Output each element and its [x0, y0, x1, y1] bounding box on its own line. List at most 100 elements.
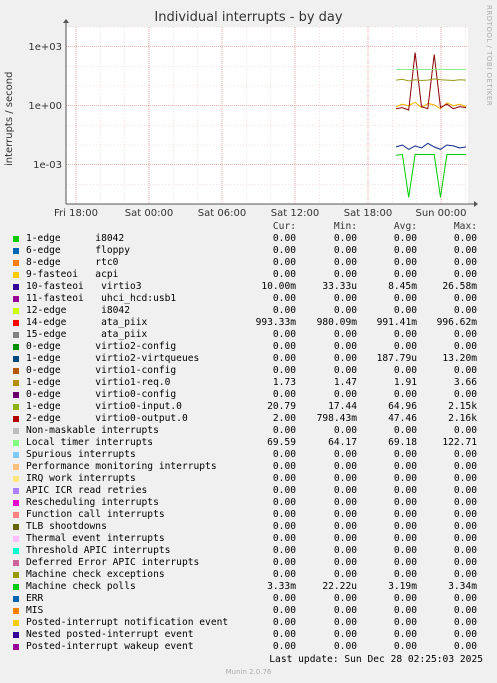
- legend-value-avg: 0.00: [393, 545, 417, 556]
- legend-value-max: 0.00: [453, 545, 477, 556]
- legend-value-min: 0.00: [333, 365, 357, 376]
- legend-value-cur: 0.00: [272, 605, 296, 616]
- legend-swatch: [13, 368, 19, 374]
- legend-value-max: 13.20m: [442, 353, 477, 364]
- legend-value-cur: 10.00m: [261, 281, 296, 292]
- legend-value-avg: 0.00: [393, 341, 417, 352]
- legend-value-avg: 0.00: [393, 509, 417, 520]
- legend-series-name: Thermal event interrupts: [26, 533, 165, 544]
- legend-value-avg: 991.41m: [376, 317, 417, 328]
- legend-value-cur: 0.00: [272, 269, 296, 280]
- legend-value-avg: 0.00: [393, 533, 417, 544]
- legend-value-min: 0.00: [333, 473, 357, 484]
- legend-value-max: 0.00: [453, 293, 477, 304]
- legend-row: Spurious interrupts 0.00 0.00 0.00 0.00: [8, 449, 488, 461]
- legend-row: 8-edge rtc0 0.00 0.00 0.00 0.00: [8, 257, 488, 269]
- legend-series-name: Posted-interrupt notification event: [26, 617, 229, 628]
- legend-value-cur: 0.00: [272, 449, 296, 460]
- legend-value-cur: 2.00: [272, 413, 296, 424]
- legend-swatch: [13, 284, 19, 290]
- legend-value-max: 0.00: [453, 425, 477, 436]
- legend-value-cur: 0.00: [272, 473, 296, 484]
- legend-value-cur: 0.00: [272, 461, 296, 472]
- legend-series-name: Rescheduling interrupts: [26, 497, 159, 508]
- legend-value-max: 2.15k: [448, 401, 477, 412]
- legend-swatch: [13, 380, 19, 386]
- legend-value-min: 0.00: [333, 521, 357, 532]
- x-tick-label: Sun 00:00: [415, 208, 466, 219]
- legend-value-avg: 0.00: [393, 305, 417, 316]
- legend-swatch: [13, 500, 19, 506]
- legend-value-avg: 0.00: [393, 257, 417, 268]
- legend-row: Rescheduling interrupts 0.00 0.00 0.00 0.00: [8, 497, 488, 509]
- legend-row: Machine check exceptions 0.00 0.00 0.00 0.00: [8, 569, 488, 581]
- legend-series-name: 11-fasteoi uhci_hcd:usb1: [26, 293, 177, 304]
- legend-row: Performance monitoring interrupts 0.00 0.0…: [8, 461, 488, 473]
- legend-series-name: 0-edge virtio2-config: [26, 341, 177, 352]
- legend-series-name: IRQ work interrupts: [26, 473, 136, 484]
- legend-swatch: [13, 512, 19, 518]
- x-tick-label: Sat 00:00: [125, 208, 173, 219]
- legend-value-min: 0.00: [333, 233, 357, 244]
- legend-row: Local timer interrupts 69.59 64.17 69.18 122…: [8, 437, 488, 449]
- last-update: Last update: Sun Dec 28 02:25:03 2025: [269, 654, 483, 665]
- legend-value-min: 0.00: [333, 269, 357, 280]
- legend-value-avg: 47.46: [388, 413, 417, 424]
- plot-area: [66, 27, 468, 204]
- legend-value-max: 0.00: [453, 461, 477, 472]
- legend-row: Non-maskable interrupts 0.00 0.00 0.00 0.00: [8, 425, 488, 437]
- y-tick-label: 1e+00: [28, 101, 62, 112]
- legend-row: 1-edge virtio0-input.0 20.79 17.44 64.96 2.1…: [8, 401, 488, 413]
- legend-value-min: 0.00: [333, 629, 357, 640]
- legend-value-max: 0.00: [453, 389, 477, 400]
- legend-series-name: 10-fasteoi virtio3: [26, 281, 142, 292]
- legend-value-cur: 3.33m: [267, 581, 296, 592]
- legend-swatch: [13, 428, 19, 434]
- legend-swatch: [13, 452, 19, 458]
- legend-value-max: 0.00: [453, 557, 477, 568]
- legend-value-cur: 0.00: [272, 425, 296, 436]
- legend-value-min: 0.00: [333, 461, 357, 472]
- legend-swatch: [13, 608, 19, 614]
- legend-swatch: [13, 236, 19, 242]
- legend-series-name: Threshold APIC interrupts: [26, 545, 171, 556]
- legend-series-name: APIC ICR read retries: [26, 485, 148, 496]
- legend-row: 14-edge ata_piix 993.33m 980.09m 991.41m 996…: [8, 317, 488, 329]
- legend-row: APIC ICR read retries 0.00 0.00 0.00 0.00: [8, 485, 488, 497]
- legend-row: 1-edge virtio2-virtqueues 0.00 0.00 187.79u…: [8, 353, 488, 365]
- legend-row: Posted-interrupt notification event 0.00 0…: [8, 617, 488, 629]
- legend-series-name: 15-edge ata_piix: [26, 329, 148, 340]
- legend-series-name: 14-edge ata_piix: [26, 317, 148, 328]
- legend-value-min: 0.00: [333, 593, 357, 604]
- legend-value-min: 0.00: [333, 329, 357, 340]
- legend-swatch: [13, 632, 19, 638]
- legend-value-max: 0.00: [453, 593, 477, 604]
- header-avg: Avg:: [393, 221, 417, 232]
- legend-value-avg: 0.00: [393, 521, 417, 532]
- legend-series-name: 1-edge virtio0-input.0: [26, 401, 182, 412]
- legend-value-min: 0.00: [333, 293, 357, 304]
- legend-value-max: 0.00: [453, 569, 477, 580]
- legend-value-cur: 20.79: [267, 401, 296, 412]
- legend-row: TLB shootdowns 0.00 0.00 0.00 0.00: [8, 521, 488, 533]
- legend-value-min: 1.47: [333, 377, 357, 388]
- legend-value-avg: 0.00: [393, 461, 417, 472]
- legend-series-name: Machine check exceptions: [26, 569, 165, 580]
- legend-swatch: [13, 536, 19, 542]
- y-tick-label: 1e+03: [28, 42, 62, 53]
- legend-value-cur: 0.00: [272, 329, 296, 340]
- legend-row: 10-fasteoi virtio3 10.00m 33.33u 8.45m 26.58…: [8, 281, 488, 293]
- legend-value-min: 0.00: [333, 485, 357, 496]
- legend-value-avg: 0.00: [393, 425, 417, 436]
- legend-value-avg: 0.00: [393, 617, 417, 628]
- legend-swatch: [13, 260, 19, 266]
- legend-swatch: [13, 488, 19, 494]
- legend-swatch: [13, 476, 19, 482]
- legend-swatch: [13, 404, 19, 410]
- legend-row: 0-edge virtio0-config 0.00 0.00 0.00 0.00: [8, 389, 488, 401]
- legend-series-name: 1-edge i8042: [26, 233, 125, 244]
- chart-grid: [66, 26, 468, 205]
- legend-value-cur: 0.00: [272, 497, 296, 508]
- legend-value-avg: 0.00: [393, 293, 417, 304]
- legend-value-max: 0.00: [453, 617, 477, 628]
